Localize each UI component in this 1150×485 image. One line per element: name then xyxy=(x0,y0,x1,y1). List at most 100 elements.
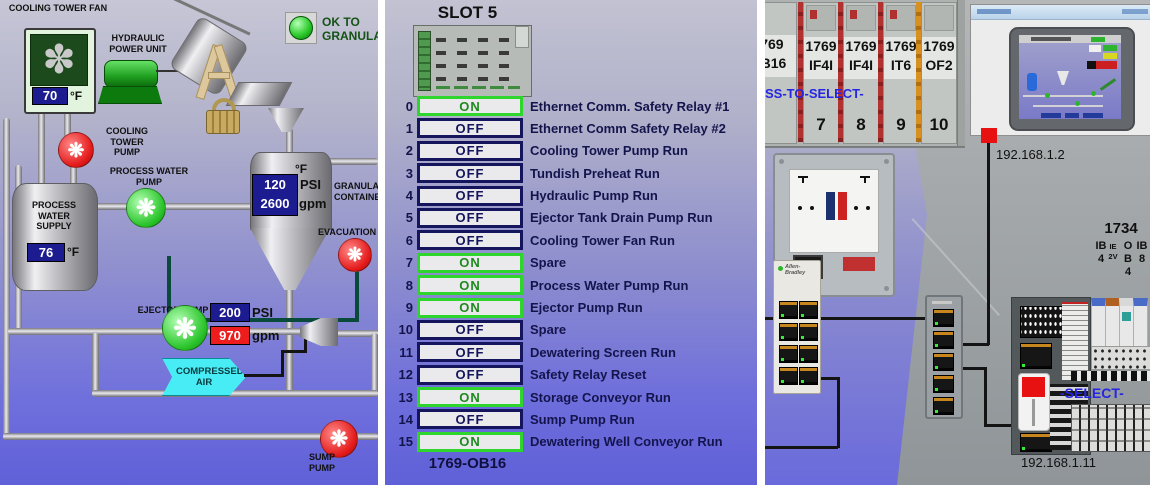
fan-temp-unit: °F xyxy=(70,89,82,103)
rack-module-label: 1769 IF4I xyxy=(844,37,878,79)
pipe xyxy=(3,118,10,440)
io-status: ON xyxy=(417,432,523,452)
io-row: 6OFFCooling Tower Fan Run xyxy=(385,230,757,250)
hmi-window-title-mark xyxy=(977,9,1011,14)
hmi-ip-label: 192.168.1.2 xyxy=(996,147,1065,162)
point-io-module xyxy=(1105,298,1120,353)
relay-terminal-mark xyxy=(802,176,804,183)
ethernet-port xyxy=(933,397,954,415)
rack-select-text: SS-TO-SELECT- xyxy=(765,86,864,101)
rack-slot-number: 9 xyxy=(884,115,918,135)
red-flag xyxy=(1022,377,1045,397)
module-screws xyxy=(436,38,520,42)
io-column-label: IE2V xyxy=(1108,242,1118,262)
module-status-chip xyxy=(1122,312,1131,321)
rack-module-label: 1769 OB16 xyxy=(765,35,796,77)
ejector-flow-value: 970 xyxy=(210,326,250,345)
funnel xyxy=(268,108,304,132)
slot-title: SLOT 5 xyxy=(415,3,520,23)
module-terminal-strip xyxy=(418,31,431,91)
io-status: ON xyxy=(417,96,523,116)
ethernet-wire xyxy=(837,377,840,448)
scada-composite: COOLING TOWER FAN ✽ 70 °F HYDRAULIC POWE… xyxy=(0,0,1150,485)
mini-pump-dot xyxy=(1045,93,1050,98)
ejector-pressure-unit: PSI xyxy=(252,305,273,320)
fan-icon: ✽ xyxy=(30,34,88,86)
rack-slot-number: 7 xyxy=(804,115,838,135)
hmi-window-titlebar xyxy=(971,5,1150,20)
ethernet-wire xyxy=(984,367,987,426)
mini-pump-dot xyxy=(1091,91,1096,96)
adapter-label-panel xyxy=(1062,302,1088,380)
hmi-window xyxy=(970,4,1150,136)
relay-dot xyxy=(866,206,870,210)
pipe xyxy=(3,433,335,440)
ethernet-port xyxy=(779,301,798,319)
ethernet-port xyxy=(933,375,954,393)
io-row: 10OFFSpare xyxy=(385,320,757,340)
ethernet-port xyxy=(1020,343,1052,369)
point-io-module xyxy=(1091,298,1106,353)
network-panel: 1769 OB16 1769 IF4I 7 1769 IF4I xyxy=(765,0,1150,485)
mini-white-box xyxy=(1089,45,1101,52)
rack-slot-number: 8 xyxy=(844,115,878,135)
mini-footer-btn xyxy=(1083,113,1103,118)
rack-slot-number: 10 xyxy=(922,115,956,135)
compact-switch-print xyxy=(932,301,952,304)
module-screws xyxy=(436,77,520,81)
ok-to-granulate-light-frame xyxy=(285,12,317,44)
ab-switch-brand: Allen-Bradley xyxy=(785,264,820,276)
mini-footer-btn xyxy=(1041,113,1061,118)
wiring-mark-strip xyxy=(1071,371,1150,381)
relay-dot xyxy=(854,206,858,210)
lock-icon-body xyxy=(206,110,240,134)
rack-module-label: 1769 OF2 xyxy=(922,37,956,79)
ethernet-port xyxy=(779,367,798,385)
process-overview-panel: COOLING TOWER FAN ✽ 70 °F HYDRAULIC POWE… xyxy=(0,0,378,485)
drain-line xyxy=(355,268,359,320)
io-select-text: -SELECT- xyxy=(1060,385,1124,401)
io-status: OFF xyxy=(417,141,523,161)
panelview-bezel xyxy=(1009,27,1135,131)
io-row: 15ONDewatering Well Conveyor Run xyxy=(385,432,757,452)
relay-navy-block xyxy=(826,192,835,220)
relay-screw xyxy=(779,159,784,164)
io-row: 11OFFDewatering Screen Run xyxy=(385,342,757,362)
rockwell-logo xyxy=(843,257,875,271)
mini-conveyor xyxy=(1100,78,1116,91)
mini-tank xyxy=(1027,73,1037,91)
io-row: 13ONStorage Conveyor Run xyxy=(385,387,757,407)
ejector-pump-icon: ❋ xyxy=(162,305,208,351)
io-status: OFF xyxy=(417,320,523,340)
cooling-tower-fan-label: COOLING TOWER FAN xyxy=(6,3,110,14)
ethernet-port xyxy=(779,323,798,341)
ethernet-port xyxy=(779,345,798,363)
relay-dot xyxy=(798,206,802,210)
process-water-pump-icon: ❋ xyxy=(126,188,166,228)
granulation-container-label: GRANULATION CONTAINER xyxy=(334,181,378,202)
rack-module-partial: 1769 OB16 xyxy=(765,2,797,144)
mini-green-btn xyxy=(1103,45,1117,51)
ethernet-port xyxy=(933,309,954,327)
terminal-grid xyxy=(1071,404,1150,452)
terminal-block-row xyxy=(1091,346,1150,370)
ethernet-port xyxy=(799,367,818,385)
io-row-list: 0ONEthernet Comm. Safety Relay #1 1OFFEt… xyxy=(385,96,757,454)
io-status: OFF xyxy=(417,208,523,228)
io-column-label: IB4 xyxy=(1095,240,1107,266)
module-catalog-number: 1769-OB16 xyxy=(415,455,520,472)
mini-vessel xyxy=(1057,71,1069,85)
hydraulic-motor xyxy=(104,60,158,88)
supply-temp-value: 76 xyxy=(27,243,65,262)
pipe xyxy=(371,333,378,395)
io-row: 2OFFCooling Tower Pump Run xyxy=(385,141,757,161)
mini-green-chip xyxy=(1091,37,1105,42)
pipe xyxy=(8,328,168,335)
mini-line xyxy=(1033,105,1103,107)
container-pressure-value: 120 xyxy=(253,175,297,194)
sump-pump-label: SUMP PUMP xyxy=(296,452,348,473)
io-status: ON xyxy=(417,298,523,318)
ethernet-port xyxy=(933,353,954,371)
rack-latch xyxy=(916,2,921,142)
compressed-air-label: COMPRESSED AIR xyxy=(176,366,232,388)
